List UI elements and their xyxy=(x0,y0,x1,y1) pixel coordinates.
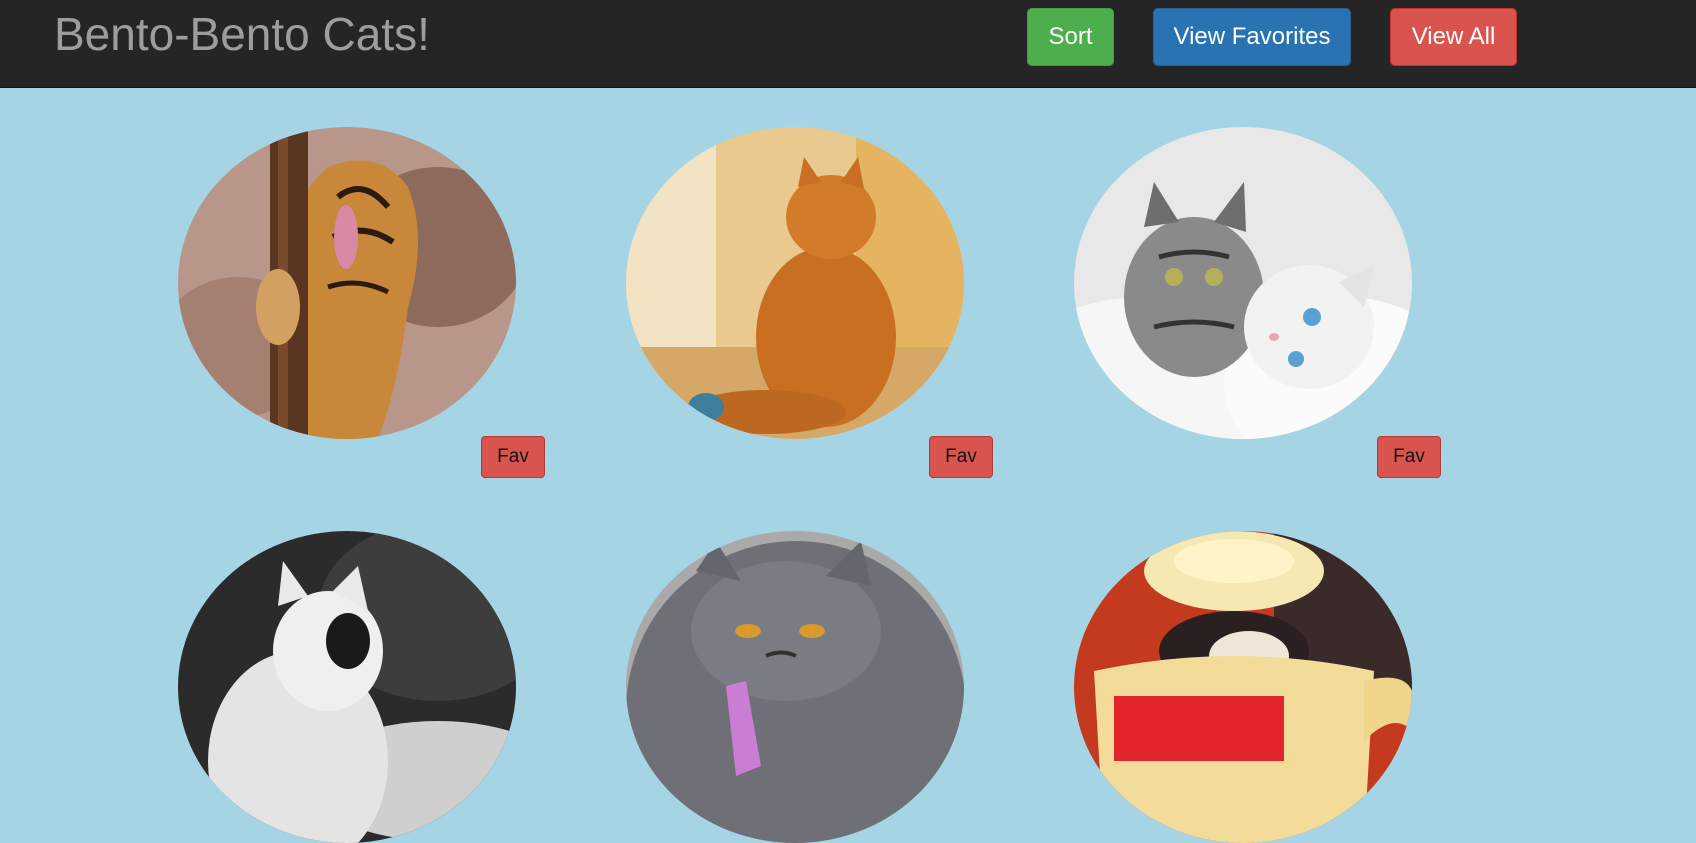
cat-image-orange-sitting xyxy=(626,127,964,439)
view-favorites-button[interactable]: View Favorites xyxy=(1153,8,1351,66)
cat-image-grumpy-persian xyxy=(626,531,964,843)
cat-image-tiger xyxy=(178,127,516,439)
sort-button[interactable]: Sort xyxy=(1027,8,1114,66)
cat-image-kittens-cuddling xyxy=(1074,127,1412,439)
fav-button[interactable]: Fav xyxy=(929,436,993,478)
app-title[interactable]: Bento-Bento Cats! xyxy=(54,6,430,62)
fav-button[interactable]: Fav xyxy=(1377,436,1441,478)
cat-image-black-white-profile xyxy=(178,531,516,843)
cat-image-kitten-teapot xyxy=(1074,531,1412,843)
fav-button[interactable]: Fav xyxy=(481,436,545,478)
navbar: Bento-Bento Cats! Sort View Favorites Vi… xyxy=(0,0,1696,88)
view-all-button[interactable]: View All xyxy=(1390,8,1517,66)
